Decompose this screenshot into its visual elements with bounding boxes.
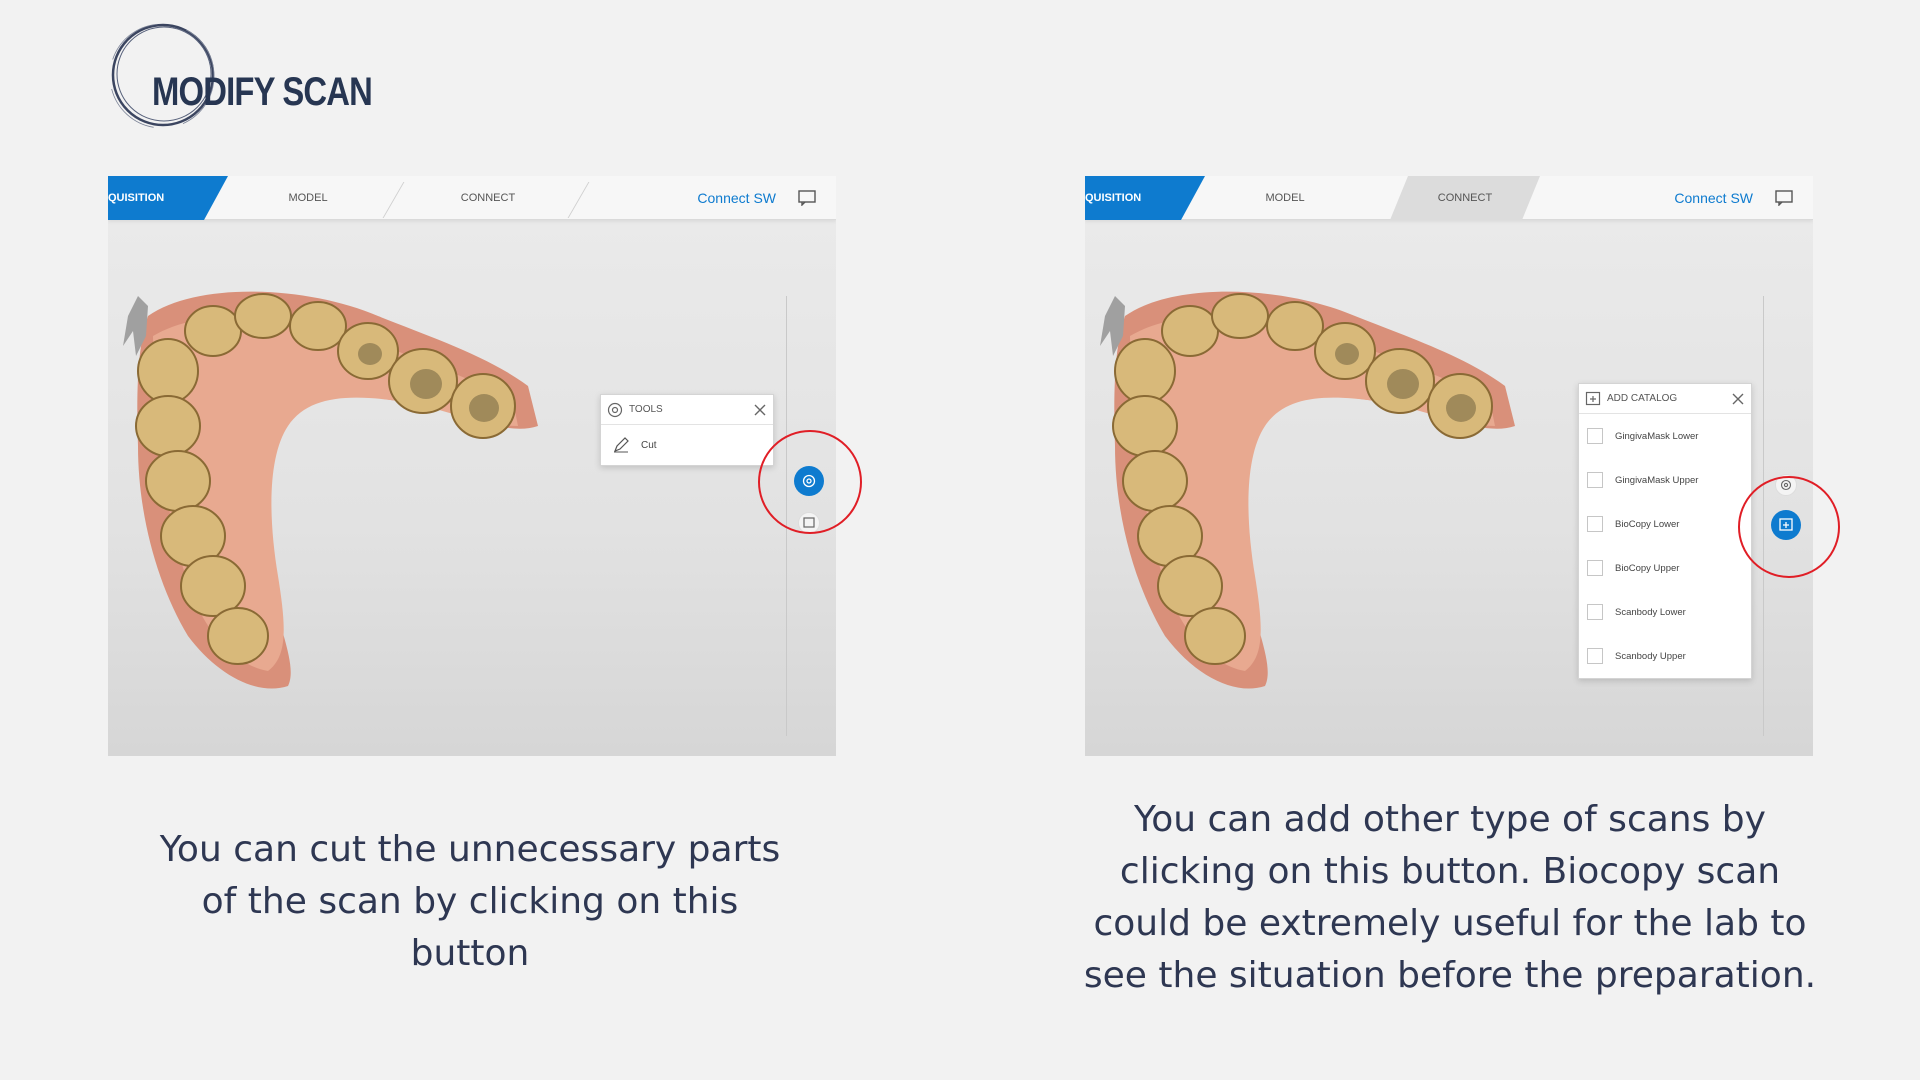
- catalog-item[interactable]: GingivaMask Upper: [1579, 458, 1751, 502]
- catalog-item-label: BioCopy Lower: [1615, 518, 1680, 530]
- tools-icon: [607, 402, 623, 417]
- chat-icon[interactable]: [1775, 190, 1793, 206]
- tab-model[interactable]: MODEL: [248, 176, 368, 220]
- catalog-checkbox[interactable]: [1587, 516, 1603, 532]
- tab-acquisition[interactable]: QUISITION: [1085, 176, 1205, 220]
- highlight-ring: [1738, 476, 1840, 578]
- tab-connect[interactable]: CONNECT: [413, 176, 563, 220]
- catalog-item[interactable]: BioCopy Upper: [1579, 546, 1751, 590]
- popup-title: ADD CATALOG: [1607, 393, 1678, 404]
- dental-scan-model[interactable]: [108, 276, 578, 696]
- connect-sw-link[interactable]: Connect SW: [1674, 176, 1753, 220]
- pen-icon: [613, 437, 629, 453]
- add-catalog-popup: ADD CATALOG GingivaMask Lower GingivaMas…: [1578, 383, 1752, 679]
- close-icon[interactable]: [753, 403, 767, 417]
- popup-header: ADD CATALOG: [1579, 384, 1751, 414]
- catalog-checkbox[interactable]: [1587, 472, 1603, 488]
- catalog-item[interactable]: BioCopy Lower: [1579, 502, 1751, 546]
- popup-title: TOOLS: [629, 404, 663, 415]
- catalog-checkbox[interactable]: [1587, 428, 1603, 444]
- tab-acquisition[interactable]: QUISITION: [108, 176, 228, 220]
- catalog-item[interactable]: Scanbody Lower: [1579, 590, 1751, 634]
- tool-item-cut[interactable]: Cut: [601, 425, 773, 465]
- tools-caption: You can cut the unnecessary parts of the…: [159, 829, 781, 974]
- tab-connect[interactable]: CONNECT: [1390, 176, 1540, 220]
- tab-divider: [382, 182, 405, 218]
- catalog-caption: You can add other type of scans by click…: [1083, 799, 1817, 996]
- catalog-item[interactable]: Scanbody Upper: [1579, 634, 1751, 678]
- catalog-checkbox[interactable]: [1587, 560, 1603, 576]
- connect-sw-link[interactable]: Connect SW: [697, 176, 776, 220]
- page-title: MODIFY SCAN: [152, 70, 373, 114]
- page-header: MODIFY SCAN: [108, 20, 373, 130]
- close-icon[interactable]: [1731, 392, 1745, 406]
- catalog-item[interactable]: GingivaMask Lower: [1579, 414, 1751, 458]
- catalog-checkbox[interactable]: [1587, 648, 1603, 664]
- catalog-screenshot: QUISITION MODEL CONNECT Connect SW ADD C…: [1085, 176, 1813, 756]
- catalog-item-label: BioCopy Upper: [1615, 562, 1680, 574]
- chat-icon[interactable]: [798, 190, 816, 206]
- tab-bar: QUISITION MODEL CONNECT Connect SW: [108, 176, 836, 220]
- catalog-checkbox[interactable]: [1587, 604, 1603, 620]
- tab-model[interactable]: MODEL: [1225, 176, 1345, 220]
- popup-header: TOOLS: [601, 395, 773, 425]
- tab-bar: QUISITION MODEL CONNECT Connect SW: [1085, 176, 1813, 220]
- catalog-item-label: Scanbody Lower: [1615, 606, 1686, 618]
- tools-popup: TOOLS Cut: [600, 394, 774, 466]
- tools-screenshot: QUISITION MODEL CONNECT Connect SW TOOLS…: [108, 176, 836, 756]
- catalog-item-label: GingivaMask Upper: [1615, 474, 1699, 486]
- tool-item-label: Cut: [641, 439, 657, 451]
- tab-divider: [567, 182, 590, 218]
- catalog-icon: [1585, 391, 1601, 405]
- catalog-item-label: GingivaMask Lower: [1615, 430, 1699, 442]
- dental-scan-model[interactable]: [1085, 276, 1555, 696]
- catalog-item-label: Scanbody Upper: [1615, 650, 1686, 662]
- highlight-ring: [758, 430, 862, 534]
